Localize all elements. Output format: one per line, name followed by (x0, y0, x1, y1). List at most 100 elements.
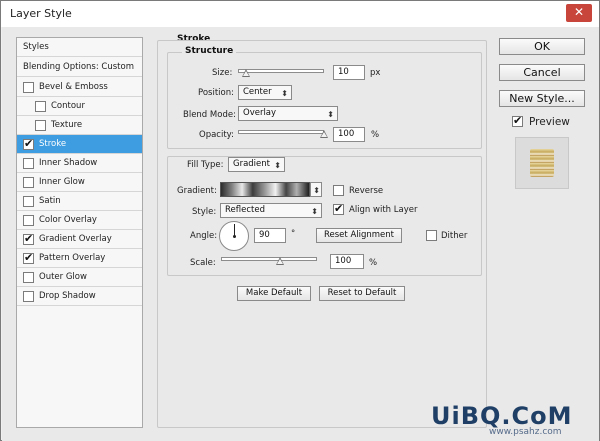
style-checkbox[interactable] (23, 158, 34, 169)
style-checkbox[interactable] (23, 196, 34, 207)
style-item-satin[interactable]: Satin (17, 192, 142, 211)
position-select[interactable]: Center ⬍ (238, 85, 292, 100)
angle-label: Angle: (190, 231, 218, 241)
checkmark-icon: ✔ (24, 137, 34, 150)
style-item-label: Color Overlay (39, 215, 97, 225)
gradient-picker-dropdown[interactable]: ⬍ (310, 182, 322, 197)
reverse-checkbox[interactable] (333, 185, 344, 196)
make-default-button[interactable]: Make Default (237, 286, 311, 301)
style-item-outer-glow[interactable]: Outer Glow (17, 268, 142, 287)
blending-options-item[interactable]: Blending Options: Custom (17, 58, 142, 77)
checkmark-icon: ✔ (24, 232, 34, 245)
blend-mode-select[interactable]: Overlay ⬍ (238, 106, 338, 121)
styles-list: Styles Blending Options: Custom Bevel & … (16, 37, 143, 428)
style-item-bevel-emboss[interactable]: Bevel & Emboss (17, 78, 142, 97)
style-item-label: Pattern Overlay (39, 253, 106, 263)
cancel-button[interactable]: Cancel (499, 64, 585, 81)
style-item-gradient-overlay[interactable]: ✔ Gradient Overlay (17, 230, 142, 249)
layer-style-dialog: Layer Style ✕ Styles Blending Options: C… (0, 0, 600, 441)
scale-slider-track[interactable] (221, 257, 317, 261)
style-checkbox[interactable] (35, 120, 46, 131)
new-style-button[interactable]: New Style... (499, 90, 585, 107)
style-checkbox[interactable]: ✔ (23, 137, 34, 150)
chevron-down-icon: ⬍ (327, 110, 334, 119)
styles-header[interactable]: Styles (17, 38, 142, 57)
close-button[interactable]: ✕ (566, 4, 592, 22)
style-item-label: Drop Shadow (39, 291, 96, 301)
style-item-inner-shadow[interactable]: Inner Shadow (17, 154, 142, 173)
style-item-contour[interactable]: Contour (17, 97, 142, 116)
fill-type-value: Gradient (233, 159, 270, 169)
angle-unit: ° (291, 229, 296, 239)
style-checkbox[interactable]: ✔ (23, 232, 34, 245)
style-checkbox[interactable] (23, 291, 34, 302)
position-value: Center (243, 87, 272, 97)
size-input[interactable]: 10 (333, 65, 365, 80)
style-preview (515, 137, 569, 189)
style-item-label: Inner Glow (39, 177, 85, 187)
gradient-label: Gradient: (177, 186, 217, 196)
scale-input[interactable]: 100 (330, 254, 364, 269)
scale-unit: % (369, 258, 378, 268)
align-with-layer-label: Align with Layer (349, 205, 418, 215)
size-slider-thumb[interactable] (241, 69, 250, 77)
reset-alignment-button[interactable]: Reset Alignment (316, 228, 402, 243)
style-checkbox[interactable] (35, 101, 46, 112)
angle-dial[interactable] (219, 221, 249, 251)
close-icon: ✕ (573, 5, 585, 19)
style-checkbox[interactable] (23, 177, 34, 188)
angle-center (233, 235, 236, 238)
checkmark-icon: ✔ (334, 202, 344, 215)
style-checkbox[interactable] (23, 215, 34, 226)
structure-title: Structure (182, 46, 237, 56)
chevron-down-icon: ⬍ (311, 207, 318, 216)
style-value: Reflected (225, 205, 265, 215)
opacity-slider-track[interactable] (238, 130, 324, 134)
style-item-inner-glow[interactable]: Inner Glow (17, 173, 142, 192)
style-item-color-overlay[interactable]: Color Overlay (17, 211, 142, 230)
style-item-pattern-overlay[interactable]: ✔ Pattern Overlay (17, 249, 142, 268)
watermark-url: www.psahz.com (489, 427, 562, 437)
scale-slider-thumb[interactable] (276, 257, 284, 265)
blend-mode-value: Overlay (243, 108, 277, 118)
style-item-label: Outer Glow (39, 272, 87, 282)
preview-checkbox[interactable]: ✔ (512, 114, 523, 127)
size-slider-track[interactable] (238, 69, 324, 73)
blending-options-label: Blending Options: Custom (23, 62, 134, 72)
style-item-drop-shadow[interactable]: Drop Shadow (17, 287, 142, 306)
style-item-label: Stroke (39, 139, 67, 149)
preview-label: Preview (529, 116, 570, 128)
title-bar: Layer Style ✕ (1, 1, 599, 27)
checkmark-icon: ✔ (513, 114, 523, 127)
style-item-texture[interactable]: Texture (17, 116, 142, 135)
checkmark-icon: ✔ (24, 251, 34, 264)
align-with-layer-checkbox[interactable]: ✔ (333, 202, 344, 215)
chevron-down-icon: ⬍ (313, 186, 320, 195)
fill-type-select[interactable]: Gradient ⬍ (228, 157, 285, 172)
style-checkbox[interactable] (23, 82, 34, 93)
opacity-input[interactable]: 100 (333, 127, 365, 142)
reset-to-default-button[interactable]: Reset to Default (319, 286, 405, 301)
opacity-slider-thumb[interactable] (320, 130, 328, 138)
preview-swatch (530, 149, 554, 177)
dither-label: Dither (441, 231, 468, 241)
blend-mode-label: Blend Mode: (183, 110, 236, 120)
chevron-down-icon: ⬍ (281, 89, 288, 98)
style-checkbox[interactable] (23, 272, 34, 283)
style-item-label: Bevel & Emboss (39, 82, 108, 92)
position-label: Position: (198, 88, 234, 98)
ok-button[interactable]: OK (499, 38, 585, 55)
fill-type-label: Fill Type: (187, 160, 224, 170)
reverse-label: Reverse (349, 186, 384, 196)
style-item-stroke[interactable]: ✔ Stroke (17, 135, 142, 154)
scale-label: Scale: (190, 258, 216, 268)
style-select[interactable]: Reflected ⬍ (220, 203, 322, 218)
style-checkbox[interactable]: ✔ (23, 251, 34, 264)
chevron-down-icon: ⬍ (274, 161, 281, 170)
dither-checkbox[interactable] (426, 230, 437, 241)
style-label: Style: (192, 207, 217, 217)
gradient-swatch[interactable] (220, 182, 310, 197)
watermark-logo: UiBQ.CoM (431, 402, 573, 430)
angle-input[interactable]: 90 (254, 228, 286, 243)
size-label: Size: (212, 68, 233, 78)
